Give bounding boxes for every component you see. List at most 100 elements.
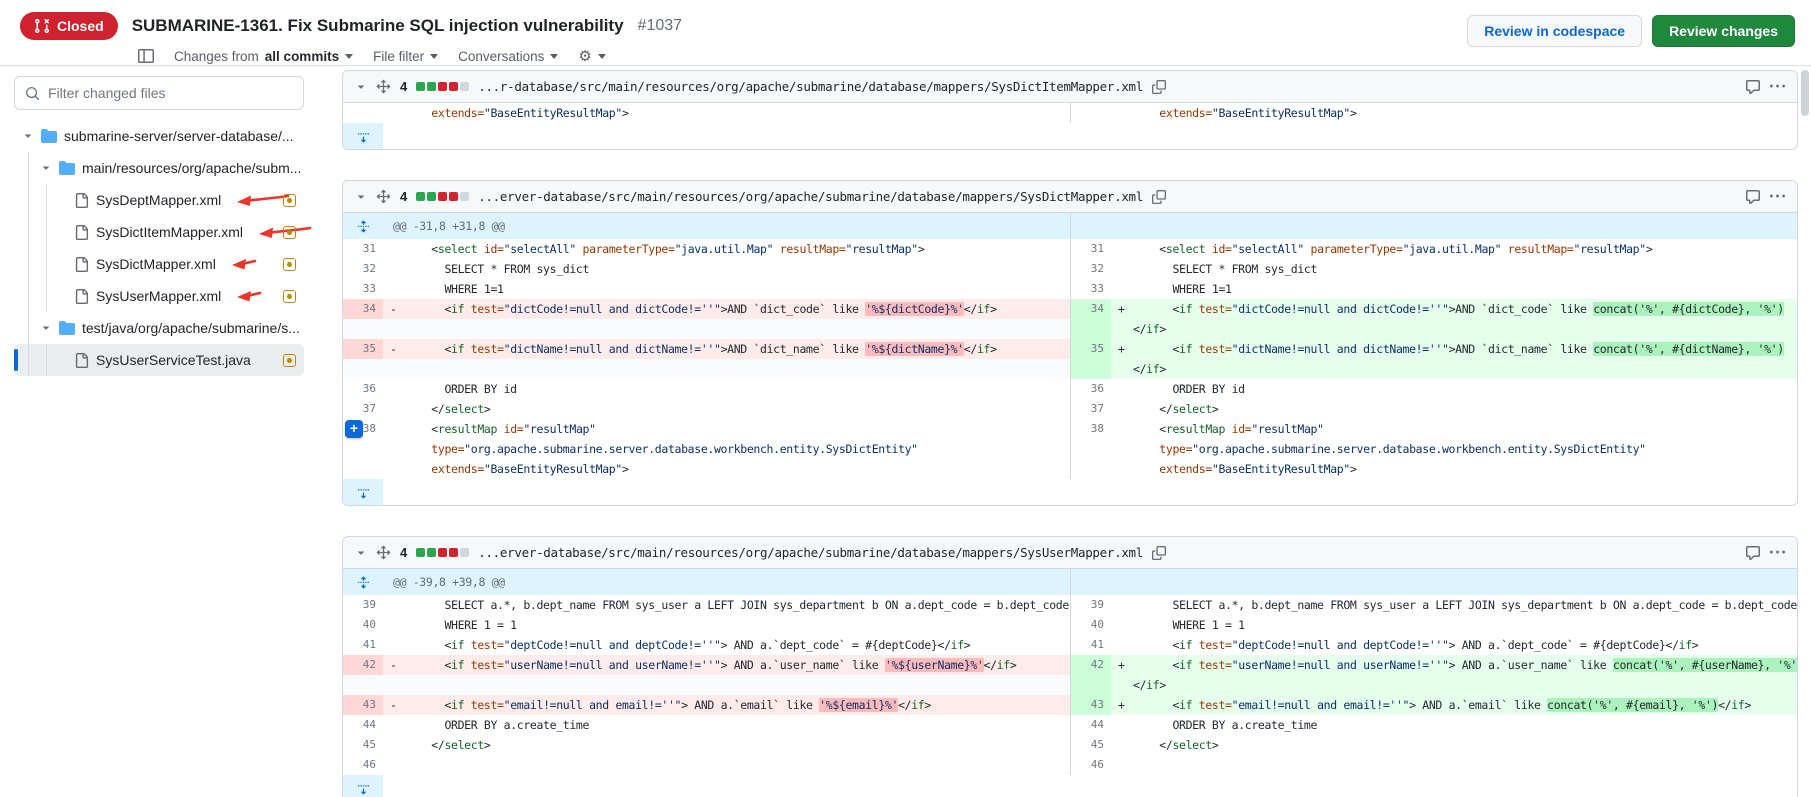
folder-icon: [59, 160, 75, 176]
tree-item-label: main/resources/org/apache/subm...: [82, 160, 301, 176]
kebab-menu-icon[interactable]: [1770, 79, 1785, 94]
line-number[interactable]: [343, 675, 383, 695]
kebab-menu-icon[interactable]: [1770, 189, 1785, 204]
comment-icon[interactable]: [1745, 189, 1761, 205]
kebab-menu-icon[interactable]: [1770, 545, 1785, 560]
line-number[interactable]: 45: [343, 735, 383, 755]
copy-path-icon[interactable]: [1152, 190, 1166, 204]
line-number[interactable]: [1071, 359, 1111, 379]
expand-hunk-button[interactable]: [343, 213, 383, 239]
line-number[interactable]: 39: [343, 595, 383, 615]
line-number[interactable]: [343, 319, 383, 339]
copy-path-icon[interactable]: [1152, 80, 1166, 94]
diff-row: type="org.apache.submarine.server.databa…: [343, 439, 1797, 459]
line-number[interactable]: 35: [343, 339, 383, 359]
code-line: [383, 359, 1070, 379]
line-number[interactable]: 44: [343, 715, 383, 735]
review-changes-button[interactable]: Review changes: [1652, 15, 1795, 47]
line-number[interactable]: [1071, 103, 1111, 123]
diff-row: 33 WHERE 1=133 WHERE 1=1: [343, 279, 1797, 299]
line-number[interactable]: [343, 439, 383, 459]
line-number[interactable]: 34: [1071, 299, 1111, 319]
diff-marker: -: [390, 299, 397, 319]
line-number[interactable]: 43: [343, 695, 383, 715]
caret-down-icon: [598, 54, 606, 59]
line-number[interactable]: 33: [1071, 279, 1111, 299]
file-path[interactable]: ...erver-database/src/main/resources/org…: [478, 189, 1143, 204]
line-number[interactable]: 40: [1071, 615, 1111, 635]
diff-settings-dropdown[interactable]: ⚙: [578, 47, 605, 65]
line-number[interactable]: 34: [343, 299, 383, 319]
file-filter-box: [14, 76, 304, 110]
line-number[interactable]: 35: [1071, 339, 1111, 359]
line-number[interactable]: [343, 359, 383, 379]
tree-file-sysdictitemmapper-xml[interactable]: SysDictItemMapper.xml: [14, 216, 304, 248]
expand-hunk-button[interactable]: [343, 569, 383, 595]
line-number[interactable]: 32: [1071, 259, 1111, 279]
tree-folder-main-resources-org-apache-subm[interactable]: main/resources/org/apache/subm...: [14, 152, 304, 184]
copy-path-icon[interactable]: [1152, 546, 1166, 560]
line-number[interactable]: [343, 459, 383, 479]
conversations-dropdown[interactable]: Conversations: [458, 49, 558, 64]
expand-down-button[interactable]: [343, 775, 383, 797]
line-number[interactable]: [1071, 319, 1111, 339]
expand-down-button[interactable]: [343, 479, 383, 505]
drag-handle-icon[interactable]: [376, 545, 391, 560]
filter-changed-files-input[interactable]: [48, 85, 293, 101]
line-number[interactable]: 42: [1071, 655, 1111, 675]
line-number[interactable]: 38: [1071, 419, 1111, 439]
diff-marker: +: [1118, 655, 1125, 675]
line-number[interactable]: 44: [1071, 715, 1111, 735]
tree-item-label: SysDeptMapper.xml: [96, 192, 221, 208]
collapse-diff-chevron-icon[interactable]: [355, 81, 367, 93]
tree-folder-submarine-server-server-database[interactable]: submarine-server/server-database/...: [14, 120, 304, 152]
tree-file-sysusermapper-xml[interactable]: SysUserMapper.xml: [14, 280, 304, 312]
line-number[interactable]: 37: [1071, 399, 1111, 419]
annotation-arrow-icon: [229, 256, 257, 272]
changes-from-dropdown[interactable]: Changes from all commits: [174, 49, 353, 64]
tree-folder-test-java-org-apache-submarine-s[interactable]: test/java/org/apache/submarine/s...: [14, 312, 304, 344]
drag-handle-icon[interactable]: [376, 189, 391, 204]
line-number[interactable]: 42: [343, 655, 383, 675]
tree-file-sysdeptmapper-xml[interactable]: SysDeptMapper.xml: [14, 184, 304, 216]
line-number[interactable]: [1071, 439, 1111, 459]
line-number[interactable]: 41: [1071, 635, 1111, 655]
line-number[interactable]: 37: [343, 399, 383, 419]
line-number[interactable]: 31: [343, 239, 383, 259]
line-number[interactable]: 41: [343, 635, 383, 655]
file-filter-dropdown[interactable]: File filter: [373, 49, 438, 64]
line-number[interactable]: 43: [1071, 695, 1111, 715]
tree-file-sysuserservicetest-java[interactable]: SysUserServiceTest.java: [14, 344, 304, 376]
line-number[interactable]: 36: [1071, 379, 1111, 399]
line-number[interactable]: 46: [343, 755, 383, 775]
line-number[interactable]: 33: [343, 279, 383, 299]
line-number[interactable]: 31: [1071, 239, 1111, 259]
comment-icon[interactable]: [1745, 545, 1761, 561]
expand-row: [343, 479, 1797, 505]
drag-handle-icon[interactable]: [376, 79, 391, 94]
collapse-diff-chevron-icon[interactable]: [355, 547, 367, 559]
line-number[interactable]: [1071, 675, 1111, 695]
sidebar-toggle-icon[interactable]: [138, 48, 154, 64]
review-in-codespace-button[interactable]: Review in codespace: [1467, 15, 1642, 47]
diff-row: 42- <if test="userName!=null and userNam…: [343, 655, 1797, 675]
line-number[interactable]: 36: [343, 379, 383, 399]
comment-icon[interactable]: [1745, 79, 1761, 95]
line-number[interactable]: 32: [343, 259, 383, 279]
collapse-diff-chevron-icon[interactable]: [355, 191, 367, 203]
file-path[interactable]: ...r-database/src/main/resources/org/apa…: [478, 79, 1143, 94]
line-number[interactable]: [1071, 459, 1111, 479]
line-number[interactable]: 46: [1071, 755, 1111, 775]
line-number[interactable]: 39: [1071, 595, 1111, 615]
line-number[interactable]: 40: [343, 615, 383, 635]
line-number[interactable]: 45: [1071, 735, 1111, 755]
expand-down-button[interactable]: [343, 123, 383, 149]
line-number[interactable]: [343, 103, 383, 123]
annotation-arrow-icon: [234, 288, 262, 304]
file-path[interactable]: ...erver-database/src/main/resources/org…: [478, 545, 1143, 560]
add-comment-plus-button[interactable]: +: [345, 420, 363, 438]
vertical-scrollbar[interactable]: [1801, 70, 1809, 116]
diff-row: 44 ORDER BY a.create_time44 ORDER BY a.c…: [343, 715, 1797, 735]
modified-status-icon: [283, 290, 296, 303]
tree-file-sysdictmapper-xml[interactable]: SysDictMapper.xml: [14, 248, 304, 280]
